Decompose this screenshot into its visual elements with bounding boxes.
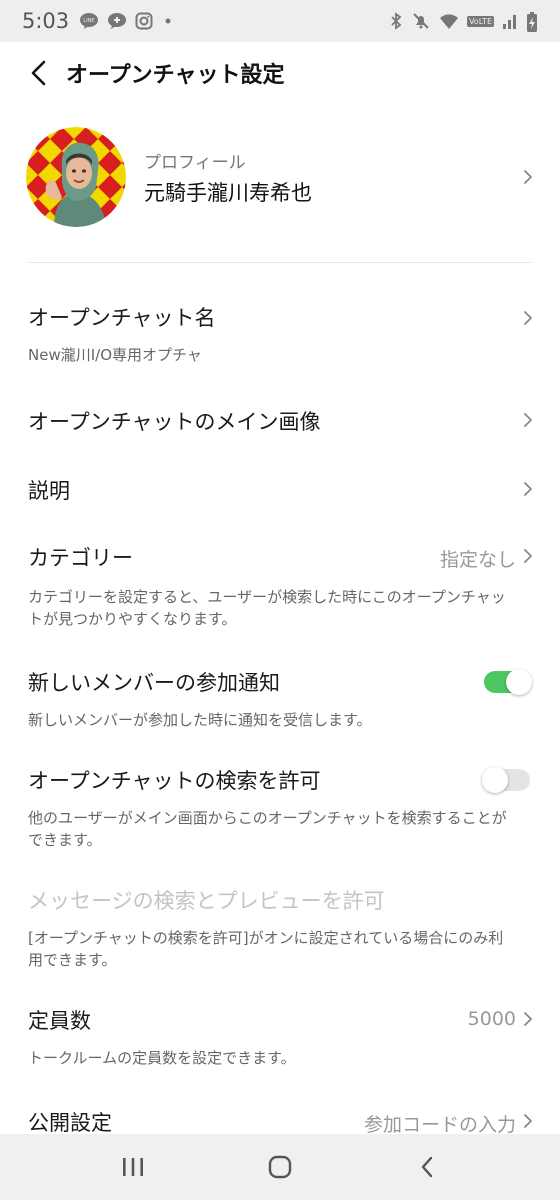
category-row[interactable]: カテゴリー 指定なし カテゴリーを設定すると、ユーザーが検索した時にこのオープン… (0, 542, 560, 634)
recent-apps-button[interactable] (103, 1142, 163, 1192)
category-description: カテゴリーを設定すると、ユーザーが検索した時にこのオープンチャットが見つかりやす… (28, 588, 506, 628)
dot-icon (163, 12, 173, 30)
new-member-notify-row: 新しいメンバーの参加通知 新しいメンバーが参加した時に通知を受信します。 (0, 667, 560, 733)
new-member-notify-title: 新しいメンバーの参加通知 (28, 671, 280, 695)
status-bar: 5:03 LINE VoLTE (0, 0, 560, 42)
chevron-right-icon (524, 549, 532, 563)
chat-bubble-icon (107, 12, 127, 30)
message-search-row: メッセージの検索とプレビューを許可 [オープンチャットの検索を許可]がオンに設定… (0, 885, 560, 975)
profile-name: 元騎手瀧川寿希也 (144, 180, 312, 205)
bluetooth-icon (389, 12, 403, 30)
openchat-name-title: オープンチャット名 (28, 306, 216, 330)
line-icon: LINE (79, 12, 99, 30)
description-title: 説明 (28, 479, 70, 503)
capacity-value: 5000 (467, 1008, 516, 1030)
instagram-icon (135, 12, 155, 30)
signal-icon (502, 12, 518, 30)
profile-texts: プロフィール 元騎手瀧川寿希也 (144, 148, 312, 207)
new-member-notify-toggle[interactable] (484, 669, 532, 695)
message-search-description: [オープンチャットの検索を許可]がオンに設定されている場合にのみ利用できます。 (28, 929, 504, 969)
svg-text:LINE: LINE (84, 18, 95, 24)
profile-label: プロフィール (144, 152, 246, 173)
capacity-title: 定員数 (28, 1009, 91, 1033)
new-member-notify-description: 新しいメンバーが参加した時に通知を受信します。 (28, 711, 372, 729)
message-search-title: メッセージの検索とプレビューを許可 (28, 889, 385, 913)
page-title: オープンチャット設定 (66, 63, 285, 88)
openchat-name-row[interactable]: オープンチャット名 New瀧川I/O専用オプチャ (0, 302, 560, 374)
capacity-description: トークルームの定員数を設定できます。 (28, 1049, 296, 1067)
wifi-icon (439, 12, 459, 30)
status-left-icons: LINE (79, 12, 173, 30)
app-header: オープンチャット設定 (0, 42, 560, 104)
home-icon (268, 1155, 292, 1179)
category-value: 指定なし (439, 549, 516, 571)
description-row[interactable]: 説明 (0, 475, 560, 515)
profile-row[interactable]: プロフィール 元騎手瀧川寿希也 (0, 118, 560, 236)
nav-back-button[interactable] (397, 1142, 457, 1192)
visibility-value: 参加コードの入力 (363, 1114, 516, 1136)
allow-search-row: オープンチャットの検索を許可 他のユーザーがメイン画面からこのオープンチャットを… (0, 765, 560, 855)
back-button[interactable] (24, 56, 52, 90)
chevron-right-icon (524, 413, 532, 427)
volte-icon: VoLTE (466, 15, 494, 27)
battery-charging-icon (526, 12, 538, 32)
chevron-right-icon (524, 311, 532, 325)
main-image-row[interactable]: オープンチャットのメイン画像 (0, 406, 560, 446)
chevron-right-icon (524, 482, 532, 496)
allow-search-title: オープンチャットの検索を許可 (28, 769, 321, 793)
toggle-knob (506, 669, 532, 695)
home-button[interactable] (250, 1142, 310, 1192)
chevron-left-icon (31, 60, 46, 86)
allow-search-toggle[interactable] (482, 767, 530, 793)
chevron-right-icon (524, 1012, 532, 1026)
status-right-icons: VoLTE (389, 12, 538, 32)
mute-icon (411, 12, 431, 30)
toggle-knob (482, 767, 508, 793)
back-icon (421, 1156, 432, 1178)
openchat-name-value: New瀧川I/O専用オプチャ (28, 346, 202, 364)
chevron-right-icon (524, 1114, 532, 1128)
chevron-right-icon (524, 170, 532, 184)
navigation-bar (0, 1134, 560, 1200)
status-time: 5:03 (22, 9, 70, 33)
avatar (26, 127, 126, 227)
main-image-title: オープンチャットのメイン画像 (28, 410, 321, 434)
divider (28, 262, 532, 263)
capacity-row[interactable]: 定員数 5000 トークルームの定員数を設定できます。 (0, 1005, 560, 1071)
allow-search-description: 他のユーザーがメイン画面からこのオープンチャットを検索することができます。 (28, 809, 507, 849)
recent-apps-icon (123, 1158, 144, 1176)
